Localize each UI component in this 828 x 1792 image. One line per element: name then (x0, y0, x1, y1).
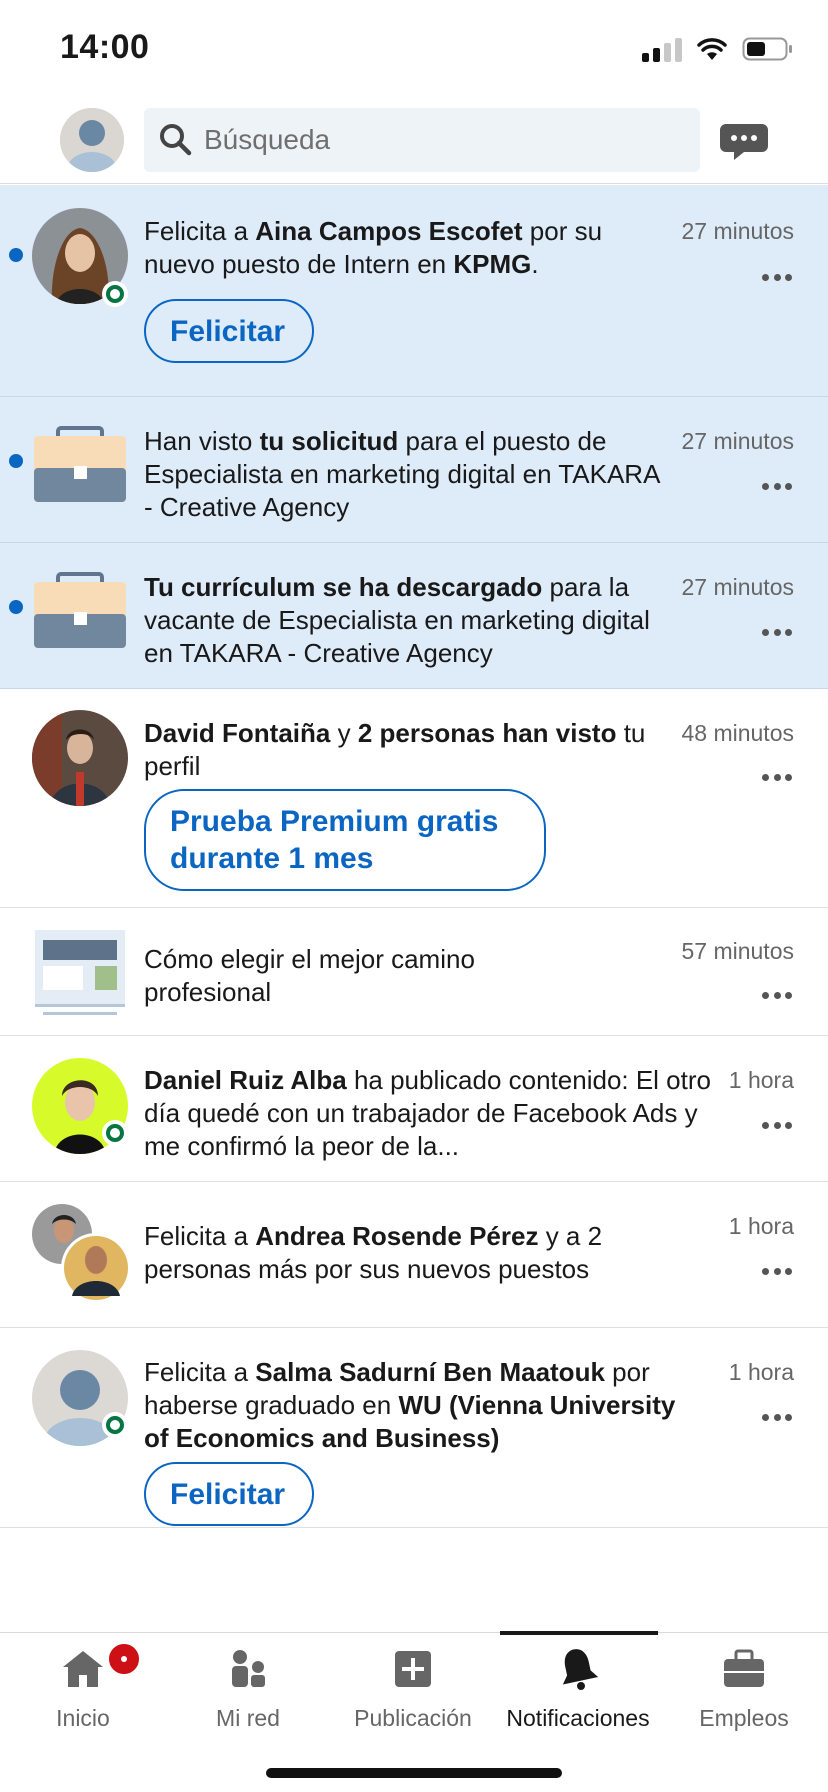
more-options-icon[interactable] (762, 1413, 792, 1421)
more-options-icon[interactable] (762, 991, 792, 999)
search-icon (160, 124, 192, 156)
nav-label: Publicación (354, 1705, 472, 1731)
default-avatar-icon (60, 108, 124, 172)
search-input[interactable] (204, 108, 684, 172)
notification-item[interactable]: Daniel Ruiz Alba ha publicado contenido:… (0, 1036, 828, 1182)
notification-text: Felicita a Aina Campos Escofet por su nu… (144, 216, 603, 279)
messaging-icon[interactable] (718, 114, 770, 166)
bell-icon (562, 1649, 599, 1690)
notification-item[interactable]: David Fontaiña y 2 personas han visto tu… (0, 689, 828, 908)
more-options-icon[interactable] (762, 628, 792, 636)
notification-time: 48 minutos (681, 720, 794, 746)
avatar-photo-icon (32, 710, 128, 806)
notification-text: Cómo elegir el mejor camino profesional (144, 944, 475, 1007)
home-icon (63, 1651, 103, 1687)
notification-item[interactable]: Han visto tu solicitud para el puesto de… (0, 397, 828, 543)
congratulate-button[interactable]: Felicitar (144, 299, 314, 363)
notification-item[interactable]: Cómo elegir el mejor camino profesional … (0, 908, 828, 1036)
more-options-icon[interactable] (762, 1267, 792, 1275)
premium-trial-button[interactable]: Prueba Premium gratis durante 1 mes (144, 789, 546, 891)
nav-label: Notificaciones (506, 1705, 650, 1731)
online-status-icon (102, 1120, 128, 1146)
battery-icon (742, 37, 792, 61)
notification-text: Felicita a Salma Sadurní Ben Maatouk por… (144, 1357, 676, 1453)
nav-label: Inicio (56, 1705, 110, 1731)
congratulate-button[interactable]: Felicitar (144, 1462, 314, 1526)
notification-time: 27 minutos (681, 574, 794, 600)
more-options-icon[interactable] (762, 482, 792, 490)
notification-text: Daniel Ruiz Alba ha publicado contenido:… (144, 1065, 711, 1161)
nav-label: Mi red (216, 1705, 280, 1731)
network-icon (232, 1650, 265, 1687)
notification-time: 1 hora (728, 1359, 794, 1385)
more-options-icon[interactable] (762, 273, 792, 281)
post-icon (395, 1651, 431, 1687)
group-avatar-icon (32, 1204, 131, 1303)
avatar[interactable] (32, 710, 128, 806)
article-icon (35, 930, 131, 1026)
notification-badge (106, 1641, 142, 1677)
group-avatars[interactable] (32, 1204, 132, 1304)
notification-text: Felicita a Andrea Rosende Pérez y a 2 pe… (144, 1221, 603, 1284)
briefcase-icon (34, 570, 130, 666)
notification-item[interactable]: Felicita a Aina Campos Escofet por su nu… (0, 185, 828, 397)
notification-time: 1 hora (728, 1067, 794, 1093)
notification-time: 57 minutos (681, 938, 794, 964)
notification-time: 27 minutos (681, 218, 794, 244)
status-time: 14:00 (60, 28, 150, 66)
unread-dot (9, 454, 23, 468)
nav-home[interactable]: Inicio (8, 1633, 158, 1753)
top-header (0, 100, 828, 184)
unread-dot (9, 248, 23, 262)
more-options-icon[interactable] (762, 773, 792, 781)
nav-label: Empleos (699, 1705, 789, 1731)
briefcase-icon (724, 1649, 764, 1687)
notification-text: David Fontaiña y 2 personas han visto tu… (144, 718, 646, 781)
nav-notifications[interactable]: Notificaciones (503, 1633, 653, 1753)
profile-avatar-button[interactable] (60, 108, 124, 172)
search-bar[interactable] (144, 108, 700, 172)
notifications-feed[interactable]: Felicita a Aina Campos Escofet por su nu… (0, 185, 828, 1632)
wifi-icon (697, 38, 727, 60)
notification-text: Han visto tu solicitud para el puesto de… (144, 426, 659, 522)
nav-jobs[interactable]: Empleos (669, 1633, 819, 1753)
home-indicator[interactable] (266, 1768, 562, 1778)
notification-time: 27 minutos (681, 428, 794, 454)
briefcase-icon (34, 424, 130, 520)
status-icons (642, 34, 794, 64)
online-status-icon (102, 281, 128, 307)
nav-my-network[interactable]: Mi red (173, 1633, 323, 1753)
notification-time: 1 hora (728, 1213, 794, 1239)
nav-post[interactable]: Publicación (338, 1633, 488, 1753)
cell-signal-icon (642, 36, 682, 62)
status-bar: 14:00 (0, 0, 828, 100)
online-status-icon (102, 1412, 128, 1438)
unread-dot (9, 600, 23, 614)
more-options-icon[interactable] (762, 1121, 792, 1129)
notification-item[interactable]: Tu currículum se ha descargado para la v… (0, 543, 828, 689)
notification-item[interactable]: Felicita a Andrea Rosende Pérez y a 2 pe… (0, 1182, 828, 1328)
notification-item[interactable]: Felicita a Salma Sadurní Ben Maatouk por… (0, 1328, 828, 1528)
notification-text: Tu currículum se ha descargado para la v… (144, 572, 650, 668)
